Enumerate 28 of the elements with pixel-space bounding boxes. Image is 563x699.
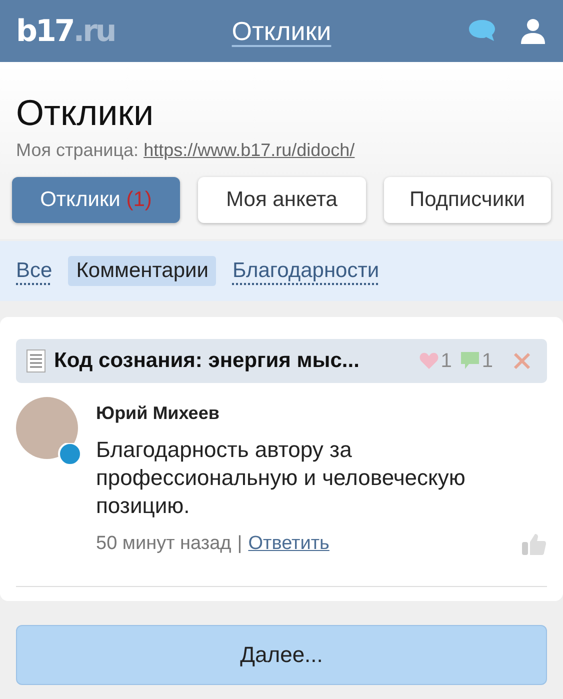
filter-tab[interactable]: Благодарности — [224, 256, 388, 286]
filter-tab[interactable]: Комментарии — [68, 256, 216, 286]
tab[interactable]: Моя анкета — [198, 177, 366, 223]
comment-icon — [460, 351, 480, 371]
user-icon[interactable] — [519, 18, 547, 44]
article-bar[interactable]: Код сознания: энергия мыс... 1 1 — [16, 339, 547, 383]
profile-link[interactable]: https://www.b17.ru/didoch/ — [144, 140, 355, 160]
separator-text: | — [237, 533, 242, 555]
document-icon — [26, 349, 46, 373]
heart-icon — [418, 352, 439, 370]
page-title: Отклики — [16, 92, 155, 134]
my-page-line: Моя страница: https://www.b17.ru/didoch/ — [16, 140, 356, 161]
header-title[interactable]: Отклики — [216, 16, 347, 46]
tab[interactable]: Подписчики — [384, 177, 551, 223]
author-name[interactable]: Юрий Михеев — [96, 403, 547, 424]
like-count: 1 — [440, 350, 452, 372]
site-logo[interactable]: b17.ru — [16, 14, 216, 48]
article-title: Код сознания: энергия мыс... — [54, 349, 360, 373]
chat-icon[interactable] — [467, 18, 497, 44]
reply-link[interactable]: Ответить — [248, 533, 330, 555]
comment-count: 1 — [482, 350, 493, 372]
next-button[interactable]: Далее... — [16, 625, 547, 685]
close-icon[interactable] — [513, 352, 531, 370]
comment-text: Благодарность автору за профессиональную и человеческую позицию. — [96, 436, 466, 520]
filter-tab[interactable]: Все — [8, 256, 60, 286]
thumbs-up-icon[interactable] — [521, 532, 547, 556]
time-text: 50 минут назад — [96, 533, 232, 555]
tab[interactable]: Отклики (1) — [12, 177, 180, 223]
